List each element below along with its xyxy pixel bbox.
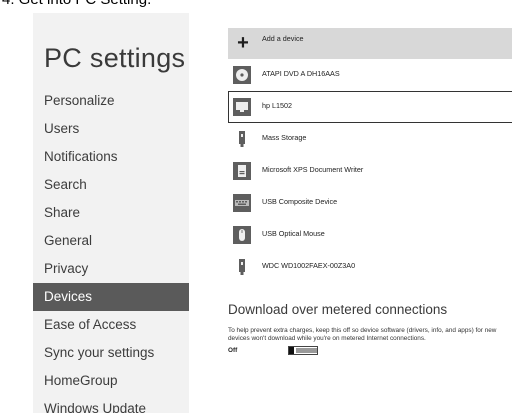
device-item[interactable]: ATAPI DVD A DH16AAS <box>228 59 512 91</box>
sidebar-item-notifications[interactable]: Notifications <box>33 143 189 171</box>
disc-drive-icon <box>233 66 251 84</box>
sidebar-item-homegroup[interactable]: HomeGroup <box>33 367 189 395</box>
device-item[interactable]: hp L1502 <box>228 91 512 123</box>
device-label: WDC WD1002FAEX-00Z3A0 <box>262 261 356 270</box>
devices-list: + Add a device ATAPI DVD A DH16AAS hp L1… <box>228 28 512 283</box>
toggle-state-label: Off <box>228 347 238 354</box>
page-title: PC settings <box>44 43 186 73</box>
device-label: hp L1502 <box>262 101 292 110</box>
monitor-icon <box>233 98 251 116</box>
sidebar-item-personalize[interactable]: Personalize <box>33 87 189 115</box>
device-item[interactable]: Microsoft XPS Document Writer <box>228 155 512 187</box>
sidebar-item-general[interactable]: General <box>33 227 189 255</box>
add-device-label: Add a device <box>262 34 304 43</box>
printer-icon <box>233 162 251 180</box>
sidebar-item-users[interactable]: Users <box>33 115 189 143</box>
sidebar-nav: Personalize Users Notifications Search S… <box>33 87 189 413</box>
mouse-icon <box>233 226 251 244</box>
plus-icon: + <box>237 32 249 54</box>
device-label: USB Optical Mouse <box>262 229 325 238</box>
keyboard-icon <box>233 194 251 212</box>
metered-toggle-row: Off <box>228 346 512 358</box>
sidebar-item-search[interactable]: Search <box>33 171 189 199</box>
metered-heading: Download over metered connections <box>228 302 448 317</box>
sidebar-item-windows-update[interactable]: Windows Update <box>33 395 189 413</box>
sidebar-item-ease-of-access[interactable]: Ease of Access <box>33 311 189 339</box>
toggle-thumb[interactable] <box>289 347 294 354</box>
usb-drive-icon <box>233 258 251 276</box>
sidebar-item-privacy[interactable]: Privacy <box>33 255 189 283</box>
sidebar-item-sync-settings[interactable]: Sync your settings <box>33 339 189 367</box>
sidebar-item-devices[interactable]: Devices <box>33 283 189 311</box>
metered-download-toggle[interactable] <box>288 346 318 355</box>
device-item[interactable]: USB Optical Mouse <box>228 219 512 251</box>
metered-description: To help prevent extra charges, keep this… <box>228 327 497 342</box>
instruction-caption: 4. Get into PC Setting. <box>2 0 302 9</box>
add-device-button[interactable]: + Add a device <box>228 28 512 59</box>
toggle-track <box>296 348 317 353</box>
device-label: USB Composite Device <box>262 197 338 206</box>
settings-sidebar: PC settings Personalize Users Notificati… <box>33 13 189 413</box>
sidebar-item-share[interactable]: Share <box>33 199 189 227</box>
device-item[interactable]: WDC WD1002FAEX-00Z3A0 <box>228 251 512 283</box>
device-item[interactable]: USB Composite Device <box>228 187 512 219</box>
metered-connections-section: Download over metered connections To hel… <box>228 302 512 358</box>
device-label: ATAPI DVD A DH16AAS <box>262 69 340 78</box>
usb-drive-icon <box>233 130 251 148</box>
device-item[interactable]: Mass Storage <box>228 123 512 155</box>
device-label: Mass Storage <box>262 133 307 142</box>
device-label: Microsoft XPS Document Writer <box>262 165 364 174</box>
